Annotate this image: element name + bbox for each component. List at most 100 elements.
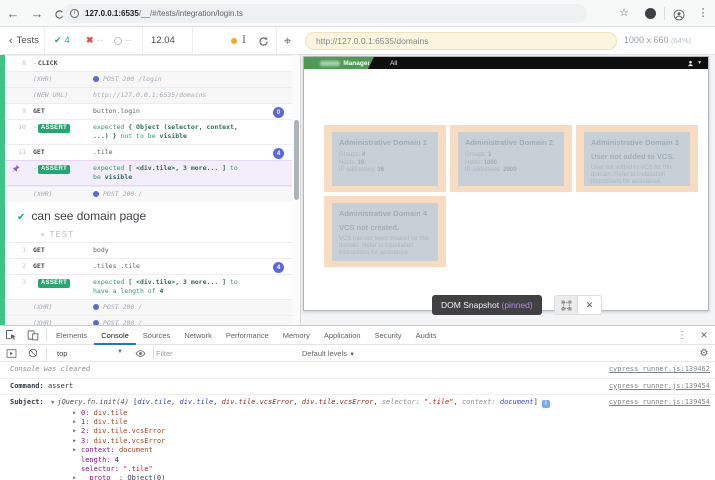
app-header: Manager All ▾ xyxy=(304,57,708,69)
console-sidebar-icon[interactable] xyxy=(0,344,22,363)
expand-caret-icon[interactable]: ▼ xyxy=(51,400,54,406)
log-row[interactable]: (XHR)POST 200 / xyxy=(5,186,292,202)
devtools-menu-icon[interactable]: ⋮ xyxy=(671,326,693,345)
back-icon[interactable]: ← xyxy=(4,0,22,27)
restart-tests-icon[interactable] xyxy=(254,27,272,54)
command-number: 3 xyxy=(5,278,33,287)
tile[interactable]: Administrative Domain 4VCS not created.V… xyxy=(332,203,438,261)
recording-dot-icon xyxy=(231,38,237,44)
source-link[interactable]: cypress_runner.js:139462 xyxy=(609,365,710,375)
assert-row[interactable]: -ASSERTexpected [ <div.tile>, 3 more... … xyxy=(5,160,292,186)
test-title-row[interactable]: ✔can see domain page xyxy=(5,202,292,227)
log-message: POST 200 / xyxy=(93,190,253,199)
unpin-snapshot-button[interactable]: ✕ xyxy=(578,295,602,315)
command-row[interactable]: 1GETbody xyxy=(5,242,292,258)
tab-network[interactable]: Network xyxy=(177,326,219,345)
aut-url[interactable]: http://127.0.0.1:6535/domains xyxy=(305,32,617,50)
devtools-tabs: ElementsConsoleSourcesNetworkPerformance… xyxy=(49,326,444,345)
back-to-tests-button[interactable]: ‹ Tests xyxy=(9,27,39,54)
expand-arrow-icon[interactable]: ▶ xyxy=(73,409,81,418)
tab-console[interactable]: Console xyxy=(94,326,136,345)
scrollbar-thumb[interactable] xyxy=(294,120,299,200)
xhr-dot-icon xyxy=(93,191,99,197)
command-row[interactable]: 9GETbutton.login0 xyxy=(5,103,292,119)
forward-icon[interactable]: → xyxy=(28,0,46,27)
live-expression-eye-icon[interactable] xyxy=(129,344,151,363)
command-log-panel: 8-CLICK(XHR)POST 200 /login(NEW URL)http… xyxy=(0,55,300,325)
expand-arrow-icon[interactable]: ▶ xyxy=(73,418,81,427)
extension-icon[interactable] xyxy=(645,8,656,19)
log-message: POST 200 / xyxy=(93,303,253,312)
nav-item-all[interactable]: All xyxy=(390,60,397,67)
log-row[interactable]: (XHR)POST 200 / xyxy=(5,315,292,325)
selector-playground-button[interactable]: ⌖ xyxy=(284,27,291,54)
tab-sources[interactable]: Sources xyxy=(136,326,178,345)
address-bar[interactable]: i 127.0.0.1:6535/__/#/tests/integration/… xyxy=(62,4,587,23)
context-selector[interactable]: top▼ xyxy=(49,349,129,358)
command-name: GET xyxy=(33,148,93,157)
command-number: 9 xyxy=(5,107,33,116)
viewport-info: 1000 x 660 (64%) xyxy=(624,27,691,54)
caret-down-icon: ▾ xyxy=(41,232,46,239)
bookmark-star-icon[interactable]: ☆ xyxy=(615,0,633,27)
source-link[interactable]: cypress_runner.js:139454 xyxy=(609,398,710,408)
assert-message: expected [ <div.tile>, 3 more... ] to ha… xyxy=(93,278,253,296)
console-command-value: assert xyxy=(48,382,73,390)
stat-failed: ✖ -- xyxy=(86,27,103,54)
pin-icon[interactable] xyxy=(5,164,26,176)
dom-snapshot-tooltip: DOM Snapshot (pinned) xyxy=(432,295,542,315)
log-row[interactable]: (NEW URL)http://127.0.0.1:6535/domains xyxy=(5,87,292,103)
tree-key: selector: xyxy=(81,465,123,473)
browser-menu-icon[interactable]: ⋮ xyxy=(694,0,712,27)
tile[interactable]: Administrative Domain 3User not added to… xyxy=(584,132,690,186)
test-duration: 12.04 xyxy=(151,27,175,54)
tile[interactable]: Administrative Domain 2Groups: 1Hosts: 1… xyxy=(458,132,564,186)
command-row[interactable]: 2GET.tiles .tile4 xyxy=(5,258,292,274)
divider xyxy=(46,329,47,341)
log-row[interactable]: (XHR)POST 200 / xyxy=(5,299,292,315)
log-label: (XHR) xyxy=(33,190,93,199)
tree-key: length: xyxy=(81,456,115,464)
app-logo: Manager xyxy=(304,57,374,69)
devtools-close-icon[interactable]: ✕ xyxy=(693,326,715,345)
test-section-toggle[interactable]: ▾TEST xyxy=(5,227,292,242)
source-link[interactable]: cypress_runner.js:139454 xyxy=(609,382,710,392)
command-name: GET xyxy=(33,107,93,116)
clear-console-icon[interactable] xyxy=(22,344,44,363)
toggle-highlights-button[interactable] xyxy=(554,295,578,315)
log-levels-dropdown[interactable]: Default levels ▼ xyxy=(302,349,355,358)
tree-key: 2: xyxy=(81,427,94,435)
inspect-element-icon[interactable] xyxy=(0,326,22,345)
log-row[interactable]: (XHR)POST 200 /login xyxy=(5,71,292,87)
passed-check-icon: ✔ xyxy=(54,35,62,46)
expand-arrow-icon[interactable]: ▶ xyxy=(73,427,81,436)
expand-arrow-icon[interactable]: ▶ xyxy=(73,446,81,455)
user-menu[interactable]: ▾ xyxy=(687,60,708,67)
tab-security[interactable]: Security xyxy=(368,326,409,345)
assert-row[interactable]: 3-ASSERTexpected [ <div.tile>, 3 more...… xyxy=(5,274,292,299)
object-tree-row: ▶context: document xyxy=(10,446,595,455)
tab-performance[interactable]: Performance xyxy=(219,326,276,345)
expand-arrow-icon[interactable]: ▶ xyxy=(73,437,81,446)
tab-audits[interactable]: Audits xyxy=(409,326,444,345)
command-row[interactable]: 11GET.tile4 xyxy=(5,144,292,160)
text-cursor-icon: I xyxy=(242,35,246,46)
tab-elements[interactable]: Elements xyxy=(49,326,94,345)
expand-arrow-icon[interactable]: ▶ xyxy=(73,474,81,480)
tab-application[interactable]: Application xyxy=(317,326,368,345)
tile-error-body: User not added to VCS for this domain. R… xyxy=(591,165,683,186)
device-toolbar-icon[interactable] xyxy=(22,326,44,345)
command-row[interactable]: 8-CLICK xyxy=(5,55,292,71)
command-number: 1 xyxy=(5,246,33,255)
tile[interactable]: Administrative Domain 1Groups: 4Hosts: 1… xyxy=(332,132,438,186)
command-name: GET xyxy=(33,262,93,271)
profile-avatar-icon[interactable] xyxy=(670,0,688,27)
object-tree-row: ▶__proto__: Object(0) xyxy=(10,474,595,480)
assert-row[interactable]: 10-ASSERTexpected { Object (selector, co… xyxy=(5,119,292,144)
page-info-icon[interactable]: i xyxy=(70,9,79,18)
xhr-dot-icon xyxy=(93,76,99,82)
object-tree-row: selector: ".tile" xyxy=(10,465,595,474)
console-settings-icon[interactable]: ⚙ xyxy=(693,344,715,363)
console-filter-input[interactable] xyxy=(156,349,296,358)
tab-memory[interactable]: Memory xyxy=(276,326,317,345)
